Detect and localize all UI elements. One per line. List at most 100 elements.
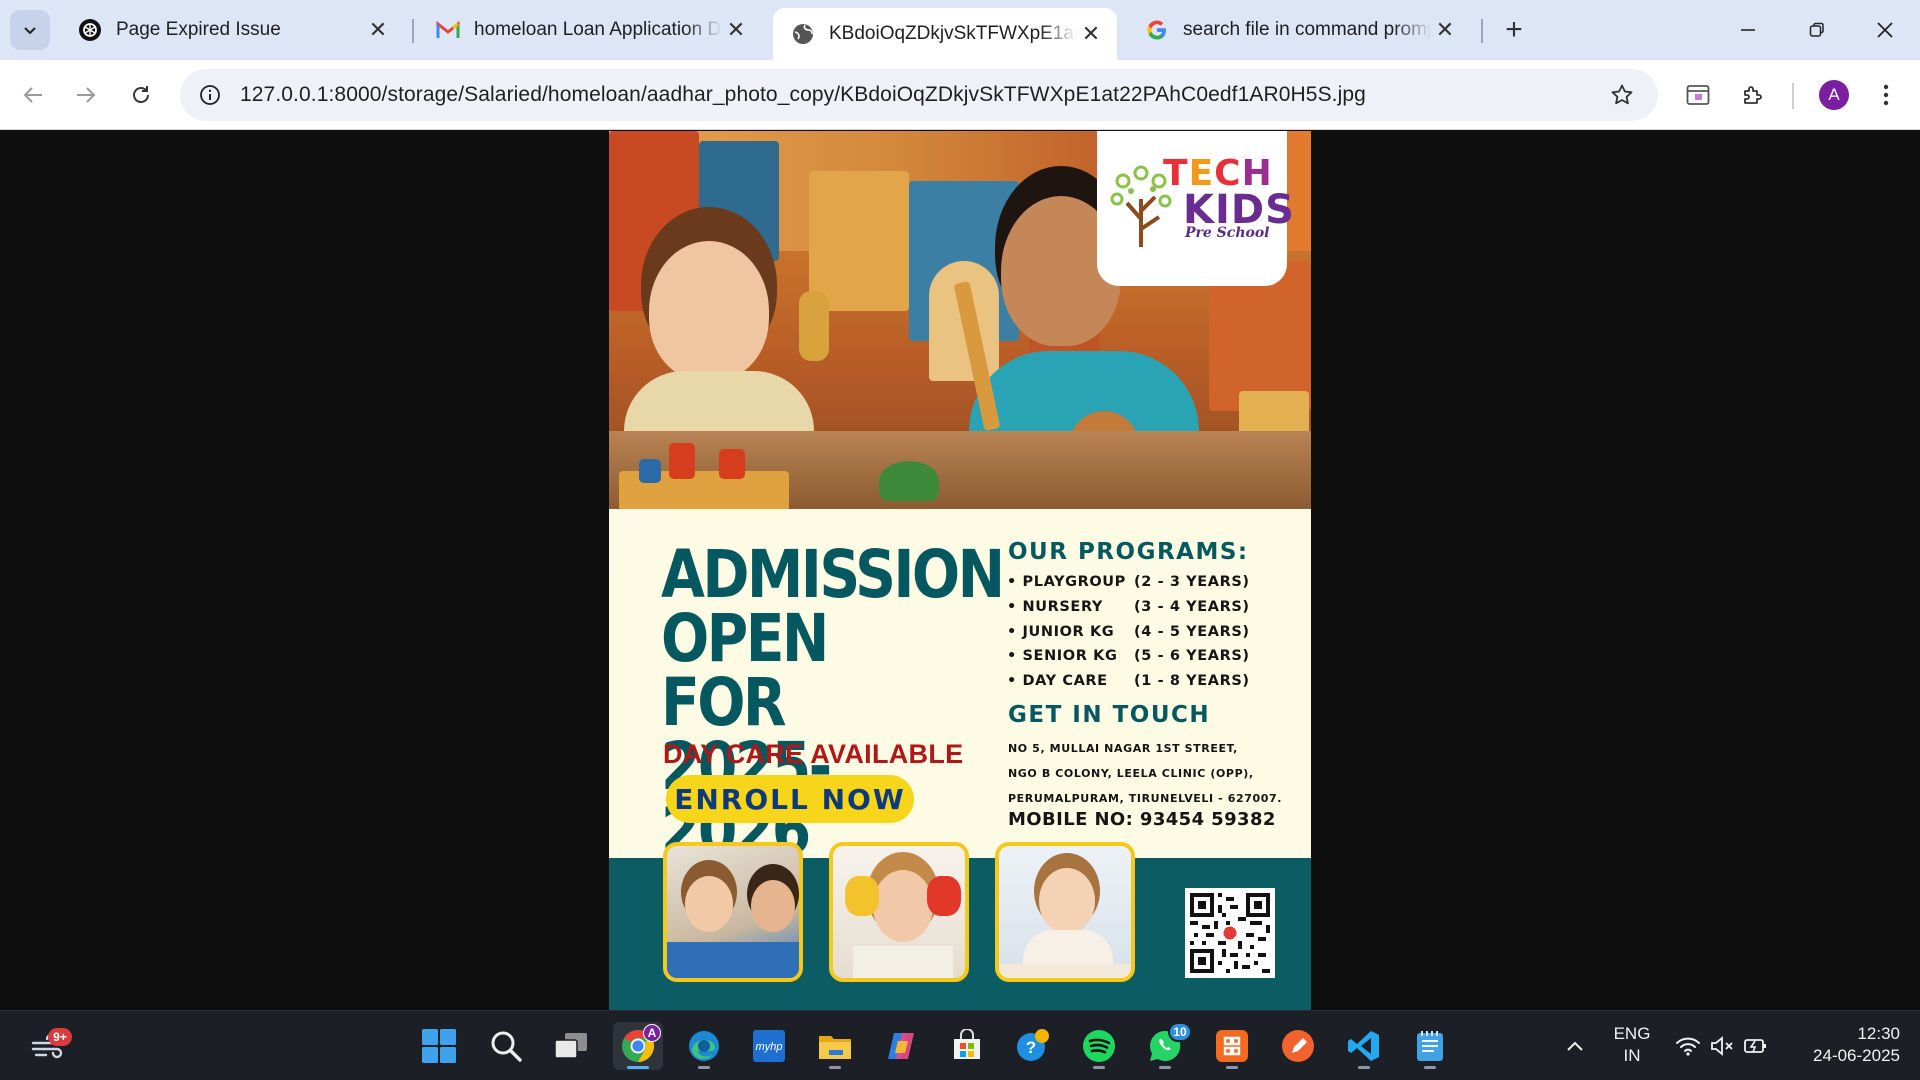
chevron-down-icon <box>24 27 36 35</box>
tab-page-expired[interactable]: Page Expired Issue ✕ <box>60 8 404 52</box>
star-icon <box>1611 84 1633 105</box>
bookmark-button[interactable] <box>1600 73 1644 117</box>
volume-muted-icon <box>1711 1036 1733 1056</box>
taskbar-whatsapp[interactable]: 10 <box>1140 1022 1192 1070</box>
microsoft-store-icon <box>954 1029 980 1059</box>
gmail-icon <box>436 18 460 42</box>
taskbar-spotify[interactable] <box>1074 1022 1124 1070</box>
myhp-icon: myhp <box>753 1030 785 1062</box>
taskbar-store[interactable] <box>942 1022 992 1070</box>
address-bar[interactable]: 127.0.0.1:8000/storage/Salaried/homeloan… <box>180 69 1658 121</box>
svg-text:myhp: myhp <box>756 1041 783 1053</box>
taskbar-search-button[interactable] <box>481 1022 531 1070</box>
enroll-now-badge: ENROLL NOW <box>666 775 914 823</box>
input-language-indicator[interactable]: ENG IN <box>1604 1023 1660 1067</box>
start-button[interactable] <box>414 1022 464 1070</box>
browser-toolbar: 127.0.0.1:8000/storage/Salaried/homeloan… <box>0 60 1920 130</box>
globe-icon <box>791 22 815 46</box>
task-view-button[interactable] <box>546 1022 596 1070</box>
new-tab-button[interactable]: + <box>1494 12 1534 48</box>
tab-title: homeloan Loan Application Det <box>474 19 722 40</box>
tech-kids-logo: TECH KIDS Pre School <box>1097 131 1294 286</box>
programs-heading: OUR PROGRAMS: <box>1008 539 1249 565</box>
forward-arrow-icon <box>77 87 96 103</box>
plus-icon: + <box>1505 13 1523 46</box>
extensions-button[interactable] <box>1731 73 1775 117</box>
battery-charging-icon <box>1744 1039 1766 1053</box>
taskbar-file-explorer[interactable] <box>810 1022 860 1070</box>
windows-start-icon <box>422 1029 456 1063</box>
spotify-icon <box>1083 1030 1115 1062</box>
reload-icon <box>133 86 149 103</box>
program-row: • PLAYGROUP (2 - 3 YEARS) <box>1007 574 1250 590</box>
tab-image-active[interactable]: KBdoiOqZDkjvSkTFWXpE1at22P ✕ <box>773 8 1117 60</box>
windows-taskbar: 9+ A myhp ? 10 ENG IN 12:30 24-06-2025 <box>0 1010 1920 1080</box>
reload-button[interactable] <box>119 73 163 117</box>
close-tab-icon[interactable]: ✕ <box>722 16 750 44</box>
browser-menu-button[interactable] <box>1864 73 1908 117</box>
wifi-icon <box>1676 1037 1700 1056</box>
show-hidden-icons-button[interactable] <box>1550 1022 1600 1070</box>
taskbar-edge[interactable] <box>679 1022 729 1070</box>
taskbar-copilot[interactable] <box>876 1022 926 1070</box>
photo-painted-hands-girl <box>829 842 969 982</box>
taskbar-notepad[interactable] <box>1405 1022 1455 1070</box>
taskbar-app[interactable] <box>1207 1022 1257 1070</box>
notification-badge: 10 <box>1168 1022 1192 1042</box>
program-row: • NURSERY (3 - 4 YEARS) <box>1007 598 1250 615</box>
close-tab-icon[interactable]: ✕ <box>1077 20 1105 48</box>
back-button[interactable] <box>11 73 55 117</box>
svg-text:?: ? <box>1026 1038 1036 1057</box>
copilot-icon <box>888 1033 914 1059</box>
qr-code <box>1185 888 1275 978</box>
notepad-icon <box>1417 1031 1443 1061</box>
taskbar-vscode[interactable] <box>1339 1022 1389 1070</box>
puzzle-icon <box>1744 86 1762 104</box>
quick-settings-button[interactable] <box>1662 1022 1782 1070</box>
tab-title: Page Expired Issue <box>116 19 281 40</box>
taskbar-pen-app[interactable] <box>1273 1022 1323 1070</box>
restore-icon <box>1809 22 1824 37</box>
widgets-button[interactable]: 9+ <box>22 1022 72 1070</box>
profile-avatar[interactable]: A <box>1819 80 1849 110</box>
taskbar-chrome[interactable]: A <box>613 1022 663 1070</box>
app-icon <box>1216 1030 1248 1062</box>
taskbar-get-help[interactable]: ? <box>1008 1022 1058 1070</box>
info-icon <box>200 85 220 105</box>
taskbar-myhp[interactable]: myhp <box>744 1022 794 1070</box>
tab-strip: Page Expired Issue ✕ homeloan Loan Appli… <box>0 0 1920 60</box>
tab-separator <box>412 19 414 43</box>
notification-badge: 9+ <box>48 1028 72 1046</box>
tab-title: search file in command prompt <box>1183 19 1431 40</box>
pen-app-icon <box>1282 1030 1314 1062</box>
program-row: • JUNIOR KG (4 - 5 YEARS) <box>1007 623 1250 640</box>
restore-button[interactable] <box>1782 0 1852 60</box>
toolbar-separator <box>1792 83 1794 109</box>
tab-google-search[interactable]: search file in command prompt ✕ <box>1127 8 1471 52</box>
reading-list-button[interactable] <box>1676 73 1720 117</box>
vscode-icon <box>1348 1031 1379 1061</box>
mobile-number: MOBILE NO: 93454 59382 <box>1008 809 1276 830</box>
tab-homeloan-gmail[interactable]: homeloan Loan Application Det ✕ <box>418 8 762 52</box>
more-vertical-icon <box>1883 84 1889 106</box>
site-info-button[interactable] <box>188 73 232 117</box>
clock[interactable]: 12:30 24-06-2025 <box>1790 1023 1900 1067</box>
minimize-icon <box>1741 29 1755 31</box>
url-text[interactable]: 127.0.0.1:8000/storage/Salaried/homeloan… <box>240 83 1366 107</box>
profile-badge: A <box>643 1024 661 1042</box>
image-viewer: TECH KIDS Pre School ADMISSION OPEN FOR … <box>0 131 1920 1010</box>
program-row: • SENIOR KG (5 - 6 YEARS) <box>1007 648 1250 665</box>
minimize-button[interactable] <box>1713 0 1783 60</box>
task-view-icon <box>554 1033 587 1059</box>
tab-title: KBdoiOqZDkjvSkTFWXpE1at22P <box>829 23 1077 44</box>
edge-icon <box>689 1031 719 1061</box>
close-window-button[interactable] <box>1850 0 1920 60</box>
tab-search-button[interactable] <box>10 10 50 50</box>
google-icon <box>1145 18 1169 42</box>
forward-button[interactable] <box>64 73 108 117</box>
photo-girl-drawing <box>995 842 1135 982</box>
close-tab-icon[interactable]: ✕ <box>1431 16 1459 44</box>
search-icon <box>491 1031 522 1062</box>
sidebar-panel-icon <box>1686 85 1710 105</box>
close-tab-icon[interactable]: ✕ <box>364 16 392 44</box>
